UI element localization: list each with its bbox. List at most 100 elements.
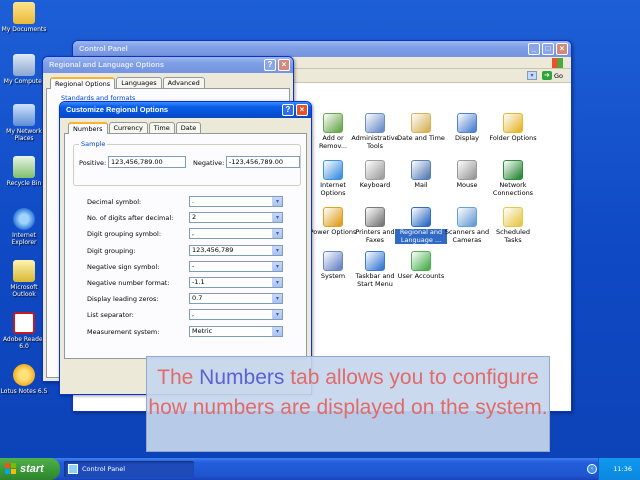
close-button[interactable]: ×: [296, 104, 308, 116]
cp-item-label: Taskbar and Start Menu: [355, 272, 395, 288]
desktop-icon-adobe-reader[interactable]: Adobe Reader 6.0: [0, 312, 48, 350]
positive-label: Positive:: [79, 159, 107, 167]
cp-item-mail[interactable]: Mail: [395, 160, 447, 190]
chevron-down-icon[interactable]: ▾: [272, 197, 282, 206]
setting-label: Negative sign symbol:: [87, 262, 160, 271]
close-button[interactable]: ×: [556, 43, 568, 55]
cp-item-keyboard[interactable]: Keyboard: [349, 160, 401, 190]
setting-label: Display leading zeros:: [87, 295, 159, 304]
control-panel-icon: [68, 464, 78, 474]
cp-item-scheduled-tasks[interactable]: Scheduled Tasks: [487, 207, 539, 244]
setting-value: 2: [192, 213, 197, 222]
chevron-down-icon[interactable]: ▾: [272, 245, 282, 255]
numbers-tab-panel: Sample Positive: 123,456,789.00 Negative…: [64, 133, 307, 359]
setting-value: ,: [192, 310, 195, 319]
tab-date[interactable]: Date: [175, 122, 202, 133]
cp-item-users[interactable]: User Accounts: [395, 251, 447, 281]
customize-dialog: Customize Regional Options ? × Numbers C…: [59, 101, 312, 395]
setting-value: ,: [192, 229, 195, 238]
chevron-down-icon[interactable]: ▾: [272, 213, 282, 223]
setting-combobox[interactable]: 123,456,789 ▾: [189, 244, 283, 256]
cp-item-globe[interactable]: Regional and Language ...: [395, 207, 447, 244]
cp-item-clock[interactable]: Date and Time: [395, 113, 447, 143]
cp-item-printer[interactable]: Printers and Faxes: [349, 207, 401, 244]
minimize-button[interactable]: _: [528, 43, 540, 55]
cp-item-label: System: [320, 272, 346, 280]
setting-combobox[interactable]: , ▾: [189, 228, 283, 240]
setting-combobox[interactable]: 2 ▾: [189, 212, 283, 224]
cp-item-label: Mouse: [456, 181, 478, 189]
setting-combobox[interactable]: . ▾: [189, 196, 283, 207]
setting-value: .: [192, 197, 195, 205]
tab-time[interactable]: Time: [148, 122, 175, 133]
add-remove-icon: [323, 113, 343, 133]
start-label: start: [20, 463, 44, 475]
tab-advanced[interactable]: Advanced: [162, 77, 205, 88]
cp-item-taskbar[interactable]: Taskbar and Start Menu: [349, 251, 401, 288]
ie-icon: [13, 208, 35, 230]
desktop-icon-outlook[interactable]: Microsoft Outlook: [0, 260, 48, 298]
help-button[interactable]: ?: [282, 104, 294, 116]
scanner-icon: [457, 207, 477, 227]
desktop-icon-recycle-bin[interactable]: Recycle Bin: [0, 156, 48, 187]
sample-groupbox: Sample Positive: 123,456,789.00 Negative…: [73, 140, 301, 186]
control-panel-title: Control Panel: [79, 44, 128, 53]
setting-combobox[interactable]: - ▾: [189, 260, 283, 272]
windows-logo-icon: [5, 463, 17, 475]
customize-dialog-titlebar[interactable]: Customize Regional Options ? ×: [60, 102, 311, 118]
recycle-bin-icon: [13, 156, 35, 178]
go-button[interactable]: ➜ Go: [541, 71, 563, 80]
system-tray: ‹ 11:36: [587, 458, 640, 480]
cp-item-scanner[interactable]: Scanners and Cameras: [441, 207, 493, 244]
mail-icon: [411, 160, 431, 180]
help-button[interactable]: ?: [264, 59, 276, 71]
folder-icon: [13, 2, 35, 24]
mouse-icon: [457, 160, 477, 180]
users-icon: [411, 251, 431, 271]
chevron-down-icon[interactable]: ▾: [272, 278, 282, 287]
desktop-icon-my-computer[interactable]: My Computer: [0, 54, 48, 85]
desktop-icon-network-places[interactable]: My Network Places: [0, 104, 48, 142]
desktop-icon-internet-explorer[interactable]: Internet Explorer: [0, 208, 48, 246]
start-button[interactable]: start: [0, 458, 60, 480]
control-panel-titlebar[interactable]: Control Panel _ □ ×: [73, 41, 571, 57]
cp-item-label: Date and Time: [397, 134, 445, 142]
display-icon: [457, 113, 477, 133]
computer-icon: [13, 54, 35, 76]
setting-combobox[interactable]: , ▾: [189, 309, 283, 321]
tab-regional-options[interactable]: Regional Options: [50, 77, 116, 89]
close-button[interactable]: ×: [278, 59, 290, 71]
setting-combobox[interactable]: -1.1 ▾: [189, 277, 283, 288]
clock-icon: [411, 113, 431, 133]
taskbar-item-control-panel[interactable]: Control Panel: [64, 461, 194, 477]
system-icon: [323, 251, 343, 271]
cp-item-folder-options[interactable]: Folder Options: [487, 113, 539, 143]
tab-languages[interactable]: Languages: [116, 77, 162, 88]
setting-value: Metric: [192, 326, 213, 335]
desktop-icon-lotus-notes[interactable]: Lotus Notes 6.5: [0, 364, 48, 395]
tab-currency[interactable]: Currency: [108, 122, 148, 133]
address-dropdown[interactable]: ▾: [527, 71, 537, 80]
setting-combobox[interactable]: Metric ▾: [189, 325, 283, 337]
desktop: My Documents My Computer My Network Plac…: [0, 0, 640, 458]
show-hidden-icons-button[interactable]: ‹: [587, 464, 597, 474]
tab-numbers[interactable]: Numbers: [68, 122, 108, 134]
chevron-down-icon[interactable]: ▾: [272, 229, 282, 239]
setting-combobox[interactable]: 0.7 ▾: [189, 293, 283, 305]
chevron-down-icon[interactable]: ▾: [272, 310, 282, 320]
chevron-down-icon[interactable]: ▾: [272, 261, 282, 271]
tutorial-caption: The Numbers tab allows you to configure …: [146, 356, 550, 452]
regional-dialog-titlebar[interactable]: Regional and Language Options ? ×: [43, 57, 293, 73]
cp-item-admin-tools[interactable]: Administrative Tools: [349, 113, 401, 150]
cp-item-mouse[interactable]: Mouse: [441, 160, 493, 190]
chevron-down-icon[interactable]: ▾: [272, 326, 282, 336]
cp-item-display[interactable]: Display: [441, 113, 493, 143]
cp-item-network-connections[interactable]: Network Connections: [487, 160, 539, 197]
desktop-icon-my-documents[interactable]: My Documents: [0, 2, 48, 33]
maximize-button[interactable]: □: [542, 43, 554, 55]
setting-label: Negative number format:: [87, 279, 170, 287]
clock[interactable]: 11:36: [613, 465, 632, 473]
chevron-down-icon[interactable]: ▾: [272, 294, 282, 304]
caption-text-part1: The: [157, 366, 200, 389]
keyboard-icon: [365, 160, 385, 180]
